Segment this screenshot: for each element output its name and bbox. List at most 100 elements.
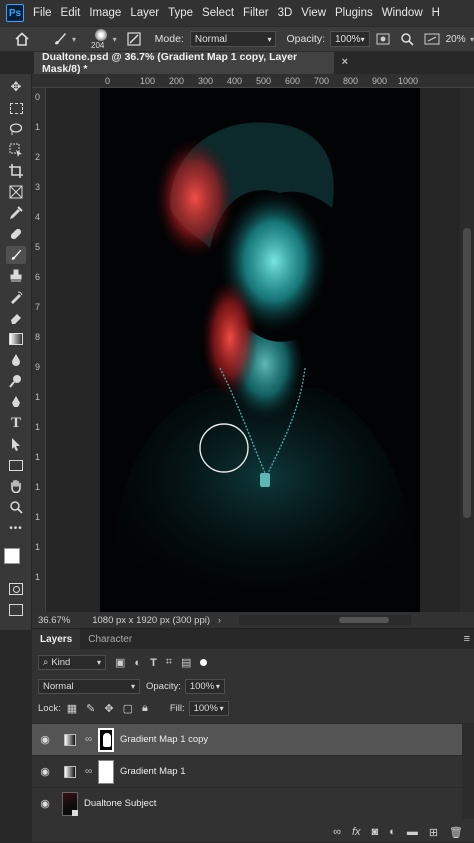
lock-all-icon[interactable]: 🔒︎: [142, 702, 148, 715]
horizontal-scrollbar[interactable]: [239, 615, 412, 625]
fx-icon[interactable]: fx: [352, 826, 361, 838]
layer-opacity-field[interactable]: 100% ▾: [184, 679, 225, 694]
visibility-eye-icon[interactable]: ◉: [32, 797, 58, 810]
object-selection-tool-icon[interactable]: [6, 141, 26, 159]
adjustment-filter-icon[interactable]: ◐: [134, 657, 141, 669]
brush-preset-picker[interactable]: 204: [88, 27, 111, 51]
healing-brush-tool-icon[interactable]: [6, 225, 26, 243]
move-tool-icon[interactable]: ✥: [6, 78, 26, 96]
vertical-scroll-thumb[interactable]: [463, 228, 471, 518]
close-icon[interactable]: ×: [342, 56, 348, 68]
layer-name[interactable]: Dualtone Subject: [84, 798, 156, 809]
chevron-down-icon[interactable]: ▾: [470, 35, 474, 44]
menu-3d[interactable]: 3D: [278, 7, 293, 19]
horizontal-scroll-thumb[interactable]: [339, 617, 390, 623]
tab-character[interactable]: Character: [80, 629, 140, 649]
menu-plugins[interactable]: Plugins: [335, 7, 373, 19]
brush-tool-icon[interactable]: [52, 31, 68, 47]
hand-tool-icon[interactable]: [6, 477, 26, 495]
rectangle-tool-icon[interactable]: [6, 456, 26, 474]
menu-image[interactable]: Image: [89, 7, 121, 19]
marquee-tool-icon[interactable]: [6, 99, 26, 117]
lock-pixels-icon[interactable]: ✎: [86, 702, 95, 715]
airbrush-icon[interactable]: [424, 33, 440, 45]
mask-link-icon[interactable]: ∞: [85, 734, 95, 745]
menu-edit[interactable]: Edit: [61, 7, 81, 19]
chevron-down-icon[interactable]: ▾: [72, 35, 76, 44]
layer-mask-thumbnail[interactable]: [98, 759, 114, 784]
menu-help[interactable]: H: [432, 7, 440, 19]
brush-settings-icon[interactable]: [127, 32, 141, 46]
zoom-level[interactable]: 36.67%: [38, 615, 70, 626]
filter-kind-select[interactable]: ⌕ Kind ▾: [38, 655, 106, 670]
menu-window[interactable]: Window: [382, 7, 423, 19]
path-selection-tool-icon[interactable]: [6, 435, 26, 453]
blur-tool-icon[interactable]: [6, 351, 26, 369]
history-brush-tool-icon[interactable]: [6, 288, 26, 306]
folder-icon[interactable]: ▬: [407, 826, 418, 838]
document-canvas[interactable]: [100, 88, 420, 612]
canvas-area[interactable]: [46, 88, 460, 612]
layer-row-gradient-map-1[interactable]: ◉ ∞ Gradient Map 1: [32, 755, 462, 787]
frame-tool-icon[interactable]: [6, 183, 26, 201]
photoshop-logo[interactable]: Ps: [6, 4, 24, 22]
quick-mask-icon[interactable]: [6, 580, 26, 598]
more-tools-icon[interactable]: •••: [6, 519, 26, 537]
chevron-down-icon[interactable]: ▾: [113, 35, 117, 44]
clone-stamp-tool-icon[interactable]: [6, 267, 26, 285]
type-tool-icon[interactable]: T: [6, 414, 26, 432]
lock-artboard-icon[interactable]: ▢: [123, 702, 133, 715]
color-swatches[interactable]: [4, 548, 28, 572]
new-layer-icon[interactable]: ⊞: [429, 826, 438, 839]
dodge-tool-icon[interactable]: [6, 372, 26, 390]
mask-icon[interactable]: ◙: [372, 826, 379, 838]
eraser-tool-icon[interactable]: [6, 309, 26, 327]
brush-tool-icon[interactable]: [6, 246, 26, 264]
adjustment-icon[interactable]: ◐: [389, 826, 396, 838]
menu-type[interactable]: Type: [168, 7, 193, 19]
visibility-eye-icon[interactable]: ◉: [32, 733, 58, 746]
zoom-tool-icon[interactable]: [6, 498, 26, 516]
screen-mode-icon[interactable]: [6, 601, 26, 619]
opacity-field[interactable]: 100% ▾: [330, 31, 370, 47]
crop-tool-icon[interactable]: [6, 162, 26, 180]
lock-transparency-icon[interactable]: ▦: [67, 702, 77, 715]
menu-view[interactable]: View: [301, 7, 326, 19]
foreground-color-swatch[interactable]: [4, 548, 20, 564]
zoom-field[interactable]: 20%: [446, 31, 470, 47]
layer-name[interactable]: Gradient Map 1: [120, 766, 185, 777]
trash-icon[interactable]: 🗑︎: [449, 826, 463, 839]
pen-tool-icon[interactable]: [6, 393, 26, 411]
lasso-tool-icon[interactable]: [6, 120, 26, 138]
layer-thumbnail[interactable]: [62, 791, 78, 816]
pressure-opacity-icon[interactable]: [376, 32, 390, 46]
layer-row-gradient-map-1-copy[interactable]: ◉ ∞ Gradient Map 1 copy: [32, 723, 462, 755]
eyedropper-tool-icon[interactable]: [6, 204, 26, 222]
blend-mode-select[interactable]: Normal ▾: [38, 679, 140, 694]
lock-position-icon[interactable]: ✥: [104, 702, 113, 715]
shape-filter-icon[interactable]: ⌗: [166, 656, 172, 669]
mask-link-icon[interactable]: ∞: [85, 766, 95, 777]
tab-layers[interactable]: Layers: [32, 629, 81, 649]
home-icon[interactable]: [14, 32, 30, 46]
layers-scrollbar[interactable]: [462, 723, 474, 819]
layer-row-dualtone-subject[interactable]: ◉ Dualtone Subject: [32, 787, 462, 819]
panel-menu-icon[interactable]: ≡: [464, 629, 470, 649]
link-icon[interactable]: ∞: [333, 826, 341, 838]
layer-mask-thumbnail[interactable]: [98, 727, 114, 752]
image-filter-icon[interactable]: ▣: [115, 656, 125, 669]
menu-filter[interactable]: Filter: [243, 7, 269, 19]
chevron-right-icon[interactable]: ›: [218, 615, 221, 625]
menu-file[interactable]: File: [33, 7, 52, 19]
visibility-eye-icon[interactable]: ◉: [32, 765, 58, 778]
smart-object-filter-icon[interactable]: ▤: [181, 656, 191, 669]
menu-layer[interactable]: Layer: [130, 7, 159, 19]
menu-select[interactable]: Select: [202, 7, 234, 19]
type-filter-icon[interactable]: T: [150, 657, 157, 669]
search-icon[interactable]: [400, 32, 414, 46]
gradient-tool-icon[interactable]: [6, 330, 26, 348]
layer-name[interactable]: Gradient Map 1 copy: [120, 734, 208, 745]
document-tab[interactable]: Dualtone.psd @ 36.7% (Gradient Map 1 cop…: [34, 51, 348, 75]
vertical-scrollbar[interactable]: [460, 88, 474, 612]
filter-toggle-icon[interactable]: [200, 659, 208, 666]
